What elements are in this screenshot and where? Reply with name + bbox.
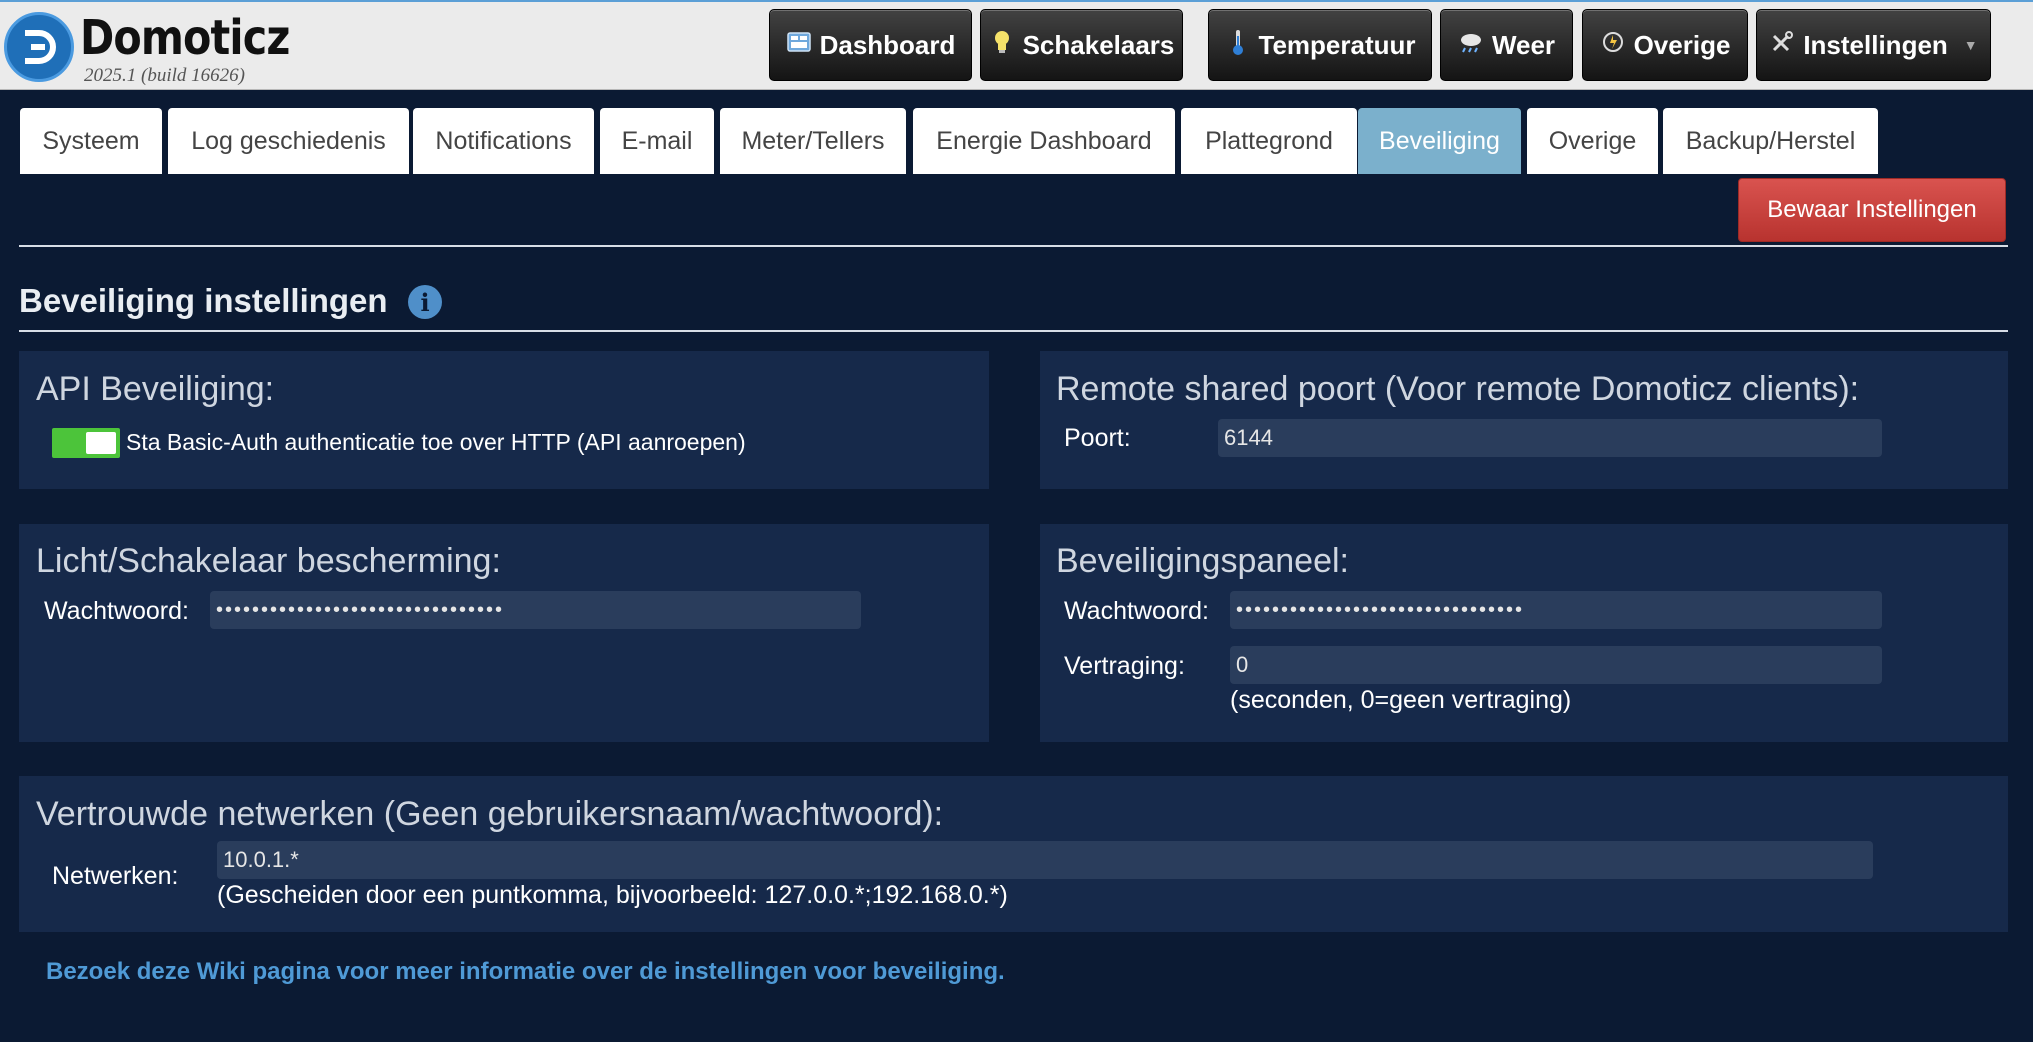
networks-input[interactable]: 10.0.1.* bbox=[217, 841, 1873, 879]
section-title: Beveiliging instellingen bbox=[19, 282, 388, 319]
tools-icon bbox=[1769, 30, 1795, 60]
weather-icon bbox=[1458, 30, 1484, 60]
toggle-knob bbox=[86, 432, 116, 454]
light-password-field[interactable]: •••••••••••••••••••••••••••••••• bbox=[210, 591, 861, 629]
chevron-down-icon: ▼ bbox=[1963, 37, 1978, 53]
tab-e-mail[interactable]: E-mail bbox=[600, 108, 714, 174]
nav-label: Dashboard bbox=[819, 29, 956, 60]
networks-label: Netwerken: bbox=[52, 862, 179, 890]
dashboard-icon bbox=[786, 31, 812, 59]
app-name: Domoticz bbox=[80, 10, 290, 66]
nav-instellingen[interactable]: Instellingen ▼ bbox=[1756, 9, 1991, 81]
security-password-label: Wachtwoord: bbox=[1064, 597, 1209, 625]
nav-label: Instellingen bbox=[1803, 29, 1948, 60]
app-version: 2025.1 (build 16626) bbox=[84, 65, 245, 86]
tab-backup-herstel[interactable]: Backup/Herstel bbox=[1663, 108, 1878, 174]
info-icon[interactable]: i bbox=[408, 285, 442, 319]
nav-label: Schakelaars bbox=[1022, 29, 1175, 60]
nav-temperatuur[interactable]: Temperatuur bbox=[1208, 9, 1432, 81]
nav-schakelaars[interactable]: Schakelaars bbox=[980, 9, 1183, 81]
tab-beveiliging[interactable]: Beveiliging bbox=[1358, 108, 1521, 174]
security-panel-title: Beveiligingspaneel: bbox=[1056, 542, 1349, 580]
divider bbox=[19, 330, 2008, 332]
lightbulb-icon bbox=[989, 29, 1015, 61]
tab-plattegrond[interactable]: Plattegrond bbox=[1181, 108, 1357, 174]
port-input[interactable]: 6144 bbox=[1218, 419, 1882, 457]
api-security-title: API Beveiliging: bbox=[36, 370, 275, 408]
delay-hint: (seconden, 0=geen vertraging) bbox=[1230, 686, 1572, 714]
trusted-networks-title: Vertrouwde netwerken (Geen gebruikersnaa… bbox=[36, 795, 944, 833]
security-password-field[interactable]: •••••••••••••••••••••••••••••••• bbox=[1230, 591, 1882, 629]
wiki-link[interactable]: Bezoek deze Wiki pagina voor meer inform… bbox=[46, 958, 1005, 986]
basic-auth-label: Sta Basic-Auth authenticatie toe over HT… bbox=[126, 429, 746, 455]
nav-weer[interactable]: Weer bbox=[1440, 9, 1573, 81]
domoticz-logo-icon[interactable] bbox=[4, 12, 74, 82]
basic-auth-toggle[interactable] bbox=[52, 428, 120, 458]
tab-log-geschiedenis[interactable]: Log geschiedenis bbox=[168, 108, 409, 174]
save-settings-button[interactable]: Bewaar Instellingen bbox=[1738, 178, 2006, 242]
utility-icon bbox=[1600, 30, 1626, 60]
tab-systeem[interactable]: Systeem bbox=[20, 108, 162, 174]
tab-overige[interactable]: Overige bbox=[1527, 108, 1658, 174]
nav-label: Weer bbox=[1491, 29, 1556, 60]
remote-port-title: Remote shared poort (Voor remote Domotic… bbox=[1056, 370, 1860, 408]
light-password-label: Wachtwoord: bbox=[44, 597, 189, 625]
networks-hint: (Gescheiden door een puntkomma, bijvoorb… bbox=[217, 881, 1008, 909]
nav-label: Overige bbox=[1633, 29, 1731, 60]
port-label: Poort: bbox=[1064, 424, 1131, 452]
delay-label: Vertraging: bbox=[1064, 652, 1185, 680]
thermometer-icon bbox=[1225, 28, 1251, 62]
nav-dashboard[interactable]: Dashboard bbox=[769, 9, 972, 81]
nav-label: Temperatuur bbox=[1258, 29, 1416, 60]
tab-energie-dashboard[interactable]: Energie Dashboard bbox=[913, 108, 1175, 174]
delay-input[interactable]: 0 bbox=[1230, 646, 1882, 684]
nav-overige[interactable]: Overige bbox=[1582, 9, 1748, 81]
light-protection-title: Licht/Schakelaar bescherming: bbox=[36, 542, 501, 580]
tab-notifications[interactable]: Notifications bbox=[413, 108, 594, 174]
divider bbox=[19, 245, 2008, 247]
tab-meter-tellers[interactable]: Meter/Tellers bbox=[720, 108, 906, 174]
